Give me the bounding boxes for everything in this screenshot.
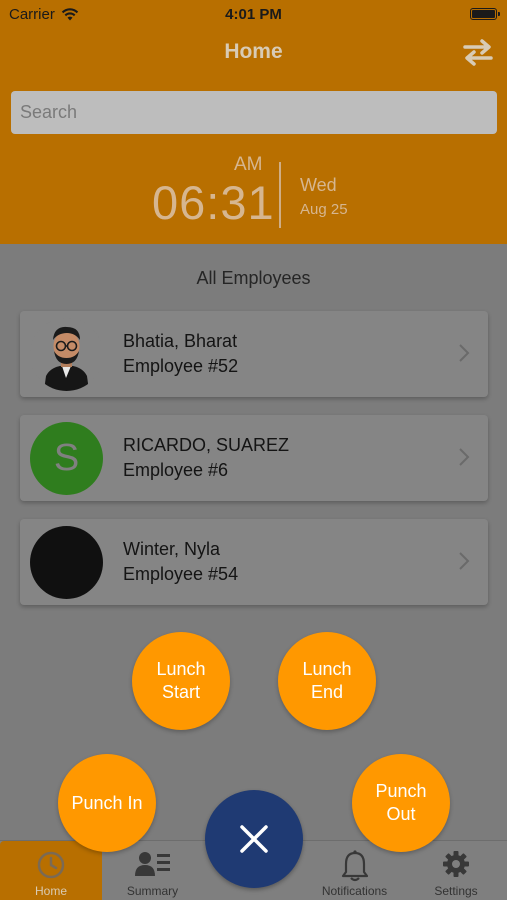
swap-arrows-icon[interactable] xyxy=(461,36,495,68)
tab-label: Notifications xyxy=(321,884,388,898)
avatar xyxy=(30,318,103,391)
lunch-start-button[interactable]: Lunch Start xyxy=(132,632,230,730)
tab-label: Home xyxy=(34,884,67,898)
status-bar: Carrier 4:01 PM xyxy=(0,0,507,28)
battery-icon xyxy=(470,8,500,20)
close-icon xyxy=(240,825,268,853)
status-time: 4:01 PM xyxy=(225,6,282,23)
avatar-initial: S xyxy=(53,437,80,479)
lunch-end-button[interactable]: Lunch End xyxy=(278,632,376,730)
punch-out-button[interactable]: Punch Out xyxy=(352,754,450,852)
avatar: S xyxy=(30,422,103,495)
punch-out-label: Punch Out xyxy=(375,781,427,824)
lunch-start-label: Lunch Start xyxy=(156,659,206,702)
clock-ampm: AM xyxy=(234,154,263,175)
tab-home[interactable]: Home xyxy=(0,841,102,900)
clock-date: Aug 25 xyxy=(300,201,348,218)
clock-day: Wed xyxy=(300,175,337,195)
clock-icon xyxy=(37,851,65,879)
lunch-end-label: Lunch End xyxy=(302,659,352,702)
clock-time: 06:31 xyxy=(152,176,275,229)
employee-number: Employee #54 xyxy=(123,564,239,584)
cartoon-avatar-icon xyxy=(30,318,103,391)
search-input[interactable] xyxy=(11,91,497,134)
close-menu-button[interactable] xyxy=(205,790,303,888)
avatar xyxy=(30,526,103,599)
tab-label: Settings xyxy=(434,884,478,898)
employee-number: Employee #52 xyxy=(123,356,239,376)
tab-label: Summary xyxy=(126,884,179,898)
punch-in-label: Punch In xyxy=(71,792,143,813)
employee-row[interactable]: Winter, Nyla Employee #54 xyxy=(20,519,488,605)
employee-name: Bhatia, Bharat xyxy=(123,331,238,351)
bell-icon xyxy=(341,850,368,882)
clock-display: AM 06:31 Wed Aug 25 xyxy=(0,148,507,238)
employee-name: Winter, Nyla xyxy=(123,539,221,559)
employee-number: Employee #6 xyxy=(123,460,229,480)
clock-divider xyxy=(279,162,281,228)
chevron-right-icon xyxy=(459,552,470,570)
header: Home AM 06:31 Wed Aug 25 xyxy=(0,28,507,244)
employee-row[interactable]: Bhatia, Bharat Employee #52 xyxy=(20,311,488,397)
chevron-right-icon xyxy=(459,448,470,466)
chevron-right-icon xyxy=(459,344,470,362)
section-title: All Employees xyxy=(196,268,311,288)
punch-in-button[interactable]: Punch In xyxy=(58,754,156,852)
gear-icon xyxy=(443,851,469,877)
employee-name: RICARDO, SUAREZ xyxy=(123,435,290,455)
summary-icon xyxy=(134,852,170,876)
page-title: Home xyxy=(224,40,283,63)
tab-settings[interactable]: Settings xyxy=(405,841,507,900)
employee-row[interactable]: S RICARDO, SUAREZ Employee #6 xyxy=(20,415,488,501)
